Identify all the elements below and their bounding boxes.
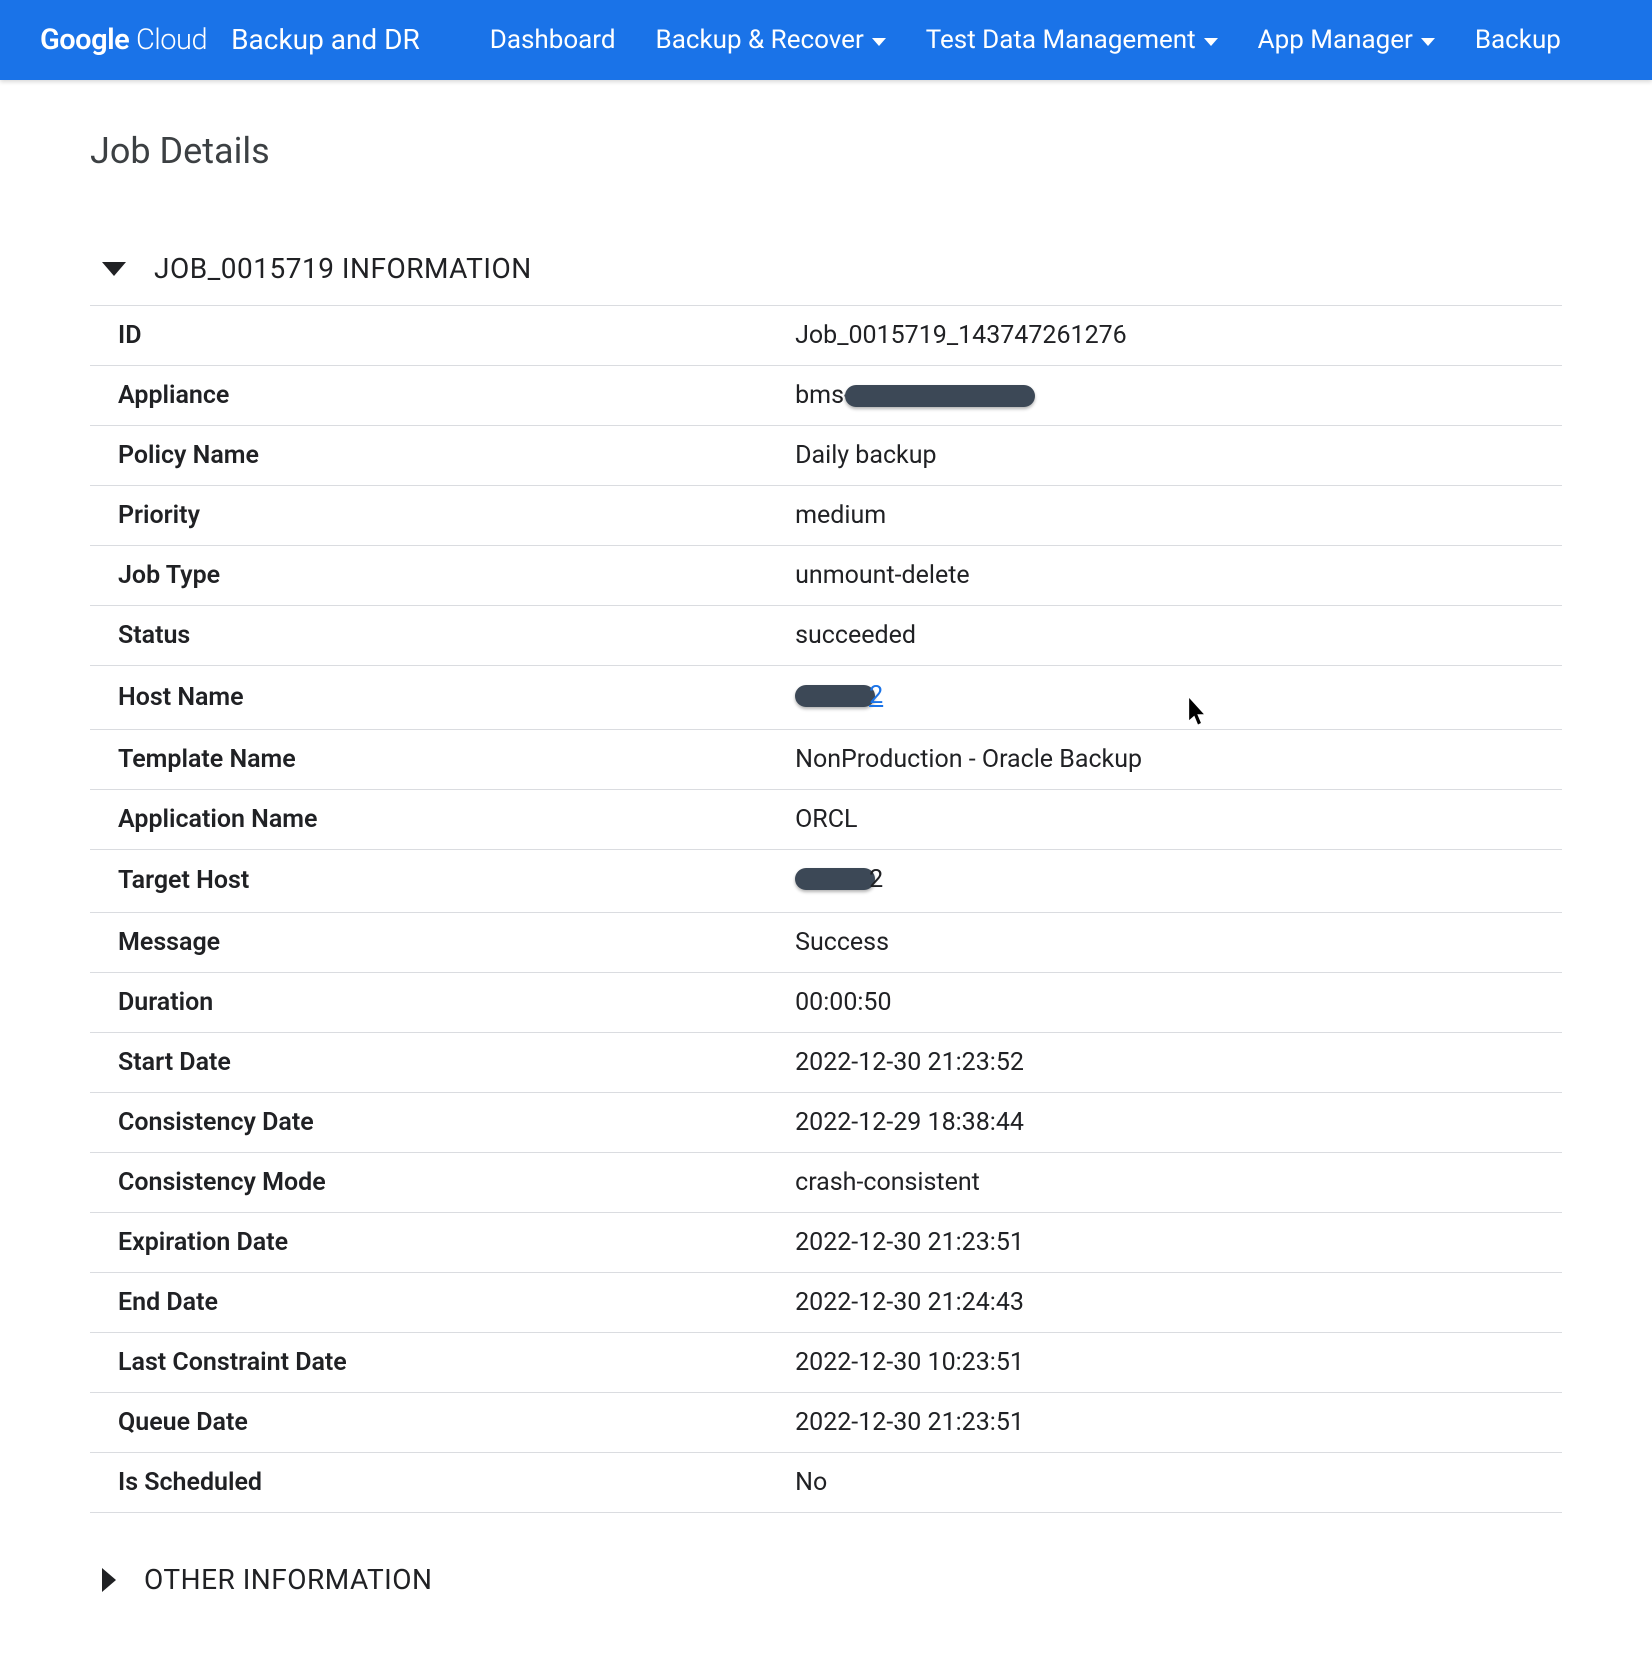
- table-row: Appliance bms-: [90, 366, 1562, 426]
- target-host-suffix: 2: [869, 865, 883, 894]
- nav-item-app-manager[interactable]: App Manager: [1258, 25, 1435, 55]
- row-label: Expiration Date: [90, 1213, 767, 1273]
- section-title-other-info: OTHER INFORMATION: [144, 1563, 433, 1596]
- page-title: Job Details: [90, 130, 1562, 172]
- chevron-down-icon: [1421, 38, 1435, 46]
- section-header-other-info[interactable]: OTHER INFORMATION: [90, 1553, 1562, 1616]
- row-value: No: [767, 1453, 1562, 1513]
- chevron-down-icon: [872, 38, 886, 46]
- row-value: 2022-12-30 10:23:51: [767, 1333, 1562, 1393]
- nav-item-dashboard[interactable]: Dashboard: [490, 25, 616, 55]
- row-label: Status: [90, 606, 767, 666]
- row-label: Target Host: [90, 849, 767, 913]
- host-name-link[interactable]: 2: [869, 681, 883, 710]
- table-row: Policy NameDaily backup: [90, 426, 1562, 486]
- row-value: unmount-delete: [767, 546, 1562, 606]
- appliance-prefix: bms-: [795, 381, 851, 410]
- table-row: Consistency Date2022-12-29 18:38:44: [90, 1093, 1562, 1153]
- table-row: Statussucceeded: [90, 606, 1562, 666]
- table-row: Host Name 2: [90, 666, 1562, 730]
- row-label: Consistency Mode: [90, 1153, 767, 1213]
- table-row: IDJob_0015719_143747261276: [90, 306, 1562, 366]
- row-label: Start Date: [90, 1033, 767, 1093]
- row-value: 2: [767, 666, 1562, 730]
- nav-item-backup[interactable]: Backup: [1475, 25, 1561, 55]
- content-area: Job Details JOB_0015719 INFORMATION IDJo…: [0, 80, 1652, 1666]
- row-label: Message: [90, 913, 767, 973]
- row-value: bms-: [767, 366, 1562, 426]
- table-row: Target Host 2: [90, 849, 1562, 913]
- table-row: Prioritymedium: [90, 486, 1562, 546]
- google-cloud-logo: Google Cloud: [40, 23, 207, 57]
- row-value: 2: [767, 849, 1562, 913]
- section-title-job-info: JOB_0015719 INFORMATION: [154, 252, 532, 285]
- logo-group[interactable]: Google Cloud Backup and DR: [40, 23, 420, 57]
- row-label: Queue Date: [90, 1393, 767, 1453]
- redacted-content: [795, 685, 875, 707]
- row-value: 2022-12-30 21:23:51: [767, 1213, 1562, 1273]
- table-row: Duration00:00:50: [90, 973, 1562, 1033]
- row-value: Daily backup: [767, 426, 1562, 486]
- row-label: Host Name: [90, 666, 767, 730]
- row-label: Priority: [90, 486, 767, 546]
- nav-item-label: Backup: [1475, 25, 1561, 55]
- nav-item-label: Backup & Recover: [656, 25, 864, 55]
- nav-item-test-data-management[interactable]: Test Data Management: [926, 25, 1218, 55]
- table-row: Template NameNonProduction - Oracle Back…: [90, 729, 1562, 789]
- chevron-down-icon: [1204, 38, 1218, 46]
- row-value: 2022-12-30 21:23:51: [767, 1393, 1562, 1453]
- nav-item-label: Test Data Management: [926, 25, 1196, 55]
- section-header-job-info[interactable]: JOB_0015719 INFORMATION: [90, 242, 1562, 305]
- chevron-right-icon: [102, 1568, 116, 1592]
- row-label: Template Name: [90, 729, 767, 789]
- nav-item-backup-recover[interactable]: Backup & Recover: [656, 25, 886, 55]
- row-label: Consistency Date: [90, 1093, 767, 1153]
- row-value: medium: [767, 486, 1562, 546]
- row-value: 00:00:50: [767, 973, 1562, 1033]
- row-label: Policy Name: [90, 426, 767, 486]
- redacted-content: [845, 385, 1035, 407]
- chevron-down-icon: [102, 262, 126, 276]
- row-value: crash-consistent: [767, 1153, 1562, 1213]
- nav-items: Dashboard Backup & Recover Test Data Manag…: [490, 25, 1561, 55]
- row-label: ID: [90, 306, 767, 366]
- row-label: Job Type: [90, 546, 767, 606]
- table-row: Expiration Date2022-12-30 21:23:51: [90, 1213, 1562, 1273]
- row-value: Success: [767, 913, 1562, 973]
- job-details-table: IDJob_0015719_143747261276Appliance bms- P…: [90, 305, 1562, 1513]
- row-label: End Date: [90, 1273, 767, 1333]
- table-row: Consistency Modecrash-consistent: [90, 1153, 1562, 1213]
- row-value: ORCL: [767, 789, 1562, 849]
- table-row: Application NameORCL: [90, 789, 1562, 849]
- row-value: NonProduction - Oracle Backup: [767, 729, 1562, 789]
- table-row: Queue Date2022-12-30 21:23:51: [90, 1393, 1562, 1453]
- row-value: 2022-12-30 21:23:52: [767, 1033, 1562, 1093]
- table-row: End Date2022-12-30 21:24:43: [90, 1273, 1562, 1333]
- row-value: 2022-12-30 21:24:43: [767, 1273, 1562, 1333]
- nav-item-label: Dashboard: [490, 25, 616, 55]
- table-row: Is ScheduledNo: [90, 1453, 1562, 1513]
- redacted-content: [795, 868, 875, 890]
- row-value: Job_0015719_143747261276: [767, 306, 1562, 366]
- nav-item-label: App Manager: [1258, 25, 1413, 55]
- row-label: Appliance: [90, 366, 767, 426]
- row-label: Last Constraint Date: [90, 1333, 767, 1393]
- row-value: succeeded: [767, 606, 1562, 666]
- product-name: Backup and DR: [231, 23, 420, 56]
- table-row: Job Typeunmount-delete: [90, 546, 1562, 606]
- table-row: Last Constraint Date2022-12-30 10:23:51: [90, 1333, 1562, 1393]
- row-value: 2022-12-29 18:38:44: [767, 1093, 1562, 1153]
- row-label: Duration: [90, 973, 767, 1033]
- row-label: Application Name: [90, 789, 767, 849]
- table-row: MessageSuccess: [90, 913, 1562, 973]
- row-label: Is Scheduled: [90, 1453, 767, 1513]
- table-row: Start Date2022-12-30 21:23:52: [90, 1033, 1562, 1093]
- top-navigation-bar: Google Cloud Backup and DR Dashboard Back…: [0, 0, 1652, 80]
